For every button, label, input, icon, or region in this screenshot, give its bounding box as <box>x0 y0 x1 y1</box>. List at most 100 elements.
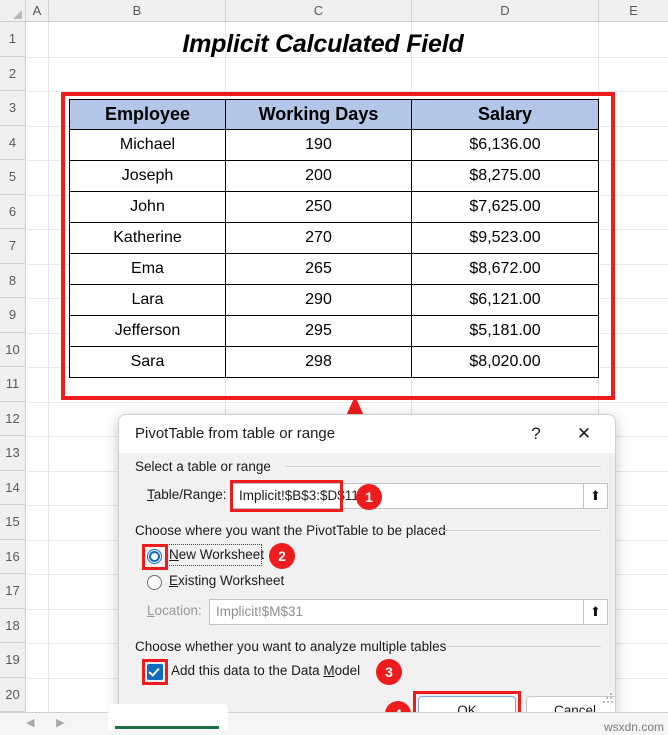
column-header-e[interactable]: E <box>599 0 668 21</box>
check-tick-icon <box>148 665 160 677</box>
table-row: Joseph 200 $8,275.00 <box>69 160 599 192</box>
callout-1: 1 <box>356 484 382 510</box>
row-header-10[interactable]: 10 <box>0 332 25 367</box>
column-header-d[interactable]: D <box>412 0 599 21</box>
table-row: Lara 290 $6,121.00 <box>69 284 599 316</box>
row-header-16[interactable]: 16 <box>0 539 25 574</box>
radio-label-existing-worksheet: Existing Worksheet <box>169 573 285 588</box>
cell-salary: $6,121.00 <box>411 284 599 316</box>
table-body: Michael 190 $6,136.00 Joseph 200 $8,275.00 Joh… <box>69 129 599 378</box>
dialog-body: Select a table or range Table/Range: Imp… <box>119 453 615 720</box>
cell-employee: Michael <box>69 129 226 161</box>
cell-working-days: 200 <box>225 160 412 192</box>
table-row: Sara 298 $8,020.00 <box>69 346 599 378</box>
focus-outline-new-worksheet <box>166 544 262 566</box>
row-header-13[interactable]: 13 <box>0 436 25 471</box>
cell-employee: Katherine <box>69 222 226 254</box>
cell-working-days: 250 <box>225 191 412 223</box>
section-rule-2 <box>437 530 601 531</box>
table-header-row: Employee Working Days Salary <box>69 99 599 130</box>
radio-existing-worksheet[interactable] <box>147 575 162 590</box>
cell-working-days: 270 <box>225 222 412 254</box>
cell-salary: $8,020.00 <box>411 346 599 378</box>
location-input[interactable]: Implicit!$M$31 <box>209 599 584 625</box>
section-rule-3 <box>445 646 601 647</box>
resize-grip-icon[interactable] <box>603 693 613 703</box>
radio-new-worksheet[interactable] <box>147 549 162 564</box>
table-row: Katherine 270 $9,523.00 <box>69 222 599 254</box>
table-header-working-days: Working Days <box>225 99 412 130</box>
row-header-7[interactable]: 7 <box>0 229 25 264</box>
select-all-triangle-icon <box>13 10 22 19</box>
close-icon[interactable]: ✕ <box>563 415 605 453</box>
dialog-titlebar: PivotTable from table or range ? ✕ <box>119 415 615 453</box>
table-row: Michael 190 $6,136.00 <box>69 129 599 161</box>
row-header-9[interactable]: 9 <box>0 298 25 333</box>
cell-employee: Jefferson <box>69 315 226 347</box>
sheet-tab-strip <box>0 712 668 735</box>
cell-working-days: 265 <box>225 253 412 285</box>
cell-employee: Sara <box>69 346 226 378</box>
dialog-title: PivotTable from table or range <box>135 425 336 442</box>
gridline-horizontal <box>27 401 668 403</box>
cell-salary: $8,275.00 <box>411 160 599 192</box>
employee-data-table: Employee Working Days Salary Michael 190 $… <box>69 99 599 378</box>
select-all-corner[interactable] <box>0 0 26 21</box>
help-icon[interactable]: ? <box>519 415 553 453</box>
row-header-18[interactable]: 18 <box>0 608 25 643</box>
table-range-input[interactable]: Implicit!$B$3:$D$11 <box>232 483 584 509</box>
row-header-4[interactable]: 4 <box>0 125 25 160</box>
range-field-label: Table/Range: <box>147 487 227 502</box>
table-header-employee: Employee <box>69 99 226 130</box>
row-header-2[interactable]: 2 <box>0 56 25 91</box>
table-row: John 250 $7,625.00 <box>69 191 599 223</box>
cell-employee: Joseph <box>69 160 226 192</box>
sheet-tab-accent-underline <box>115 726 219 729</box>
row-header-17[interactable]: 17 <box>0 574 25 609</box>
cell-working-days: 295 <box>225 315 412 347</box>
callout-2: 2 <box>269 543 295 569</box>
spreadsheet-canvas: A B C D E 1 2 3 4 5 6 7 8 9 10 11 12 13 14 15 16 17 18 19 2… <box>0 0 668 735</box>
cell-employee: Ema <box>69 253 226 285</box>
cell-salary: $8,672.00 <box>411 253 599 285</box>
section-label-select-range: Select a table or range <box>135 459 271 474</box>
column-header-a[interactable]: A <box>26 0 49 21</box>
cell-salary: $9,523.00 <box>411 222 599 254</box>
row-header-5[interactable]: 5 <box>0 160 25 195</box>
table-header-salary: Salary <box>411 99 599 130</box>
row-header-15[interactable]: 15 <box>0 505 25 540</box>
row-header-11[interactable]: 11 <box>0 367 25 402</box>
cell-salary: $6,136.00 <box>411 129 599 161</box>
checkbox-label-add-to-data-model: Add this data to the Data Model <box>171 663 361 678</box>
section-label-placement: Choose where you want the PivotTable to … <box>135 523 446 538</box>
location-field-label: Location: <box>147 603 202 618</box>
cell-employee: Lara <box>69 284 226 316</box>
cell-salary: $7,625.00 <box>411 191 599 223</box>
scroll-right-icon[interactable]: ▶ <box>56 716 64 729</box>
callout-3: 3 <box>376 659 402 685</box>
row-header-20[interactable]: 20 <box>0 677 25 712</box>
pivottable-dialog: PivotTable from table or range ? ✕ Selec… <box>118 414 616 721</box>
row-header-19[interactable]: 19 <box>0 643 25 678</box>
location-collapse-picker-button[interactable]: ⬆ <box>583 599 608 625</box>
section-rule-1 <box>285 466 601 467</box>
row-header-8[interactable]: 8 <box>0 263 25 298</box>
checkbox-add-to-data-model[interactable] <box>147 664 163 680</box>
cell-working-days: 298 <box>225 346 412 378</box>
scroll-left-icon[interactable]: ◀ <box>26 716 34 729</box>
table-row: Jefferson 295 $5,181.00 <box>69 315 599 347</box>
cell-salary: $5,181.00 <box>411 315 599 347</box>
row-header-14[interactable]: 14 <box>0 470 25 505</box>
cell-working-days: 190 <box>225 129 412 161</box>
row-header-1[interactable]: 1 <box>0 22 25 57</box>
section-label-multiple-tables: Choose whether you want to analyze multi… <box>135 639 447 654</box>
row-header-12[interactable]: 12 <box>0 401 25 436</box>
row-header-3[interactable]: 3 <box>0 91 25 126</box>
column-header-b[interactable]: B <box>49 0 226 21</box>
watermark: wsxdn.com <box>603 720 664 734</box>
column-header-c[interactable]: C <box>226 0 412 21</box>
cell-working-days: 290 <box>225 284 412 316</box>
row-header-6[interactable]: 6 <box>0 194 25 229</box>
range-collapse-picker-button[interactable]: ⬆ <box>583 483 608 509</box>
page-title: Implicit Calculated Field <box>182 30 464 58</box>
